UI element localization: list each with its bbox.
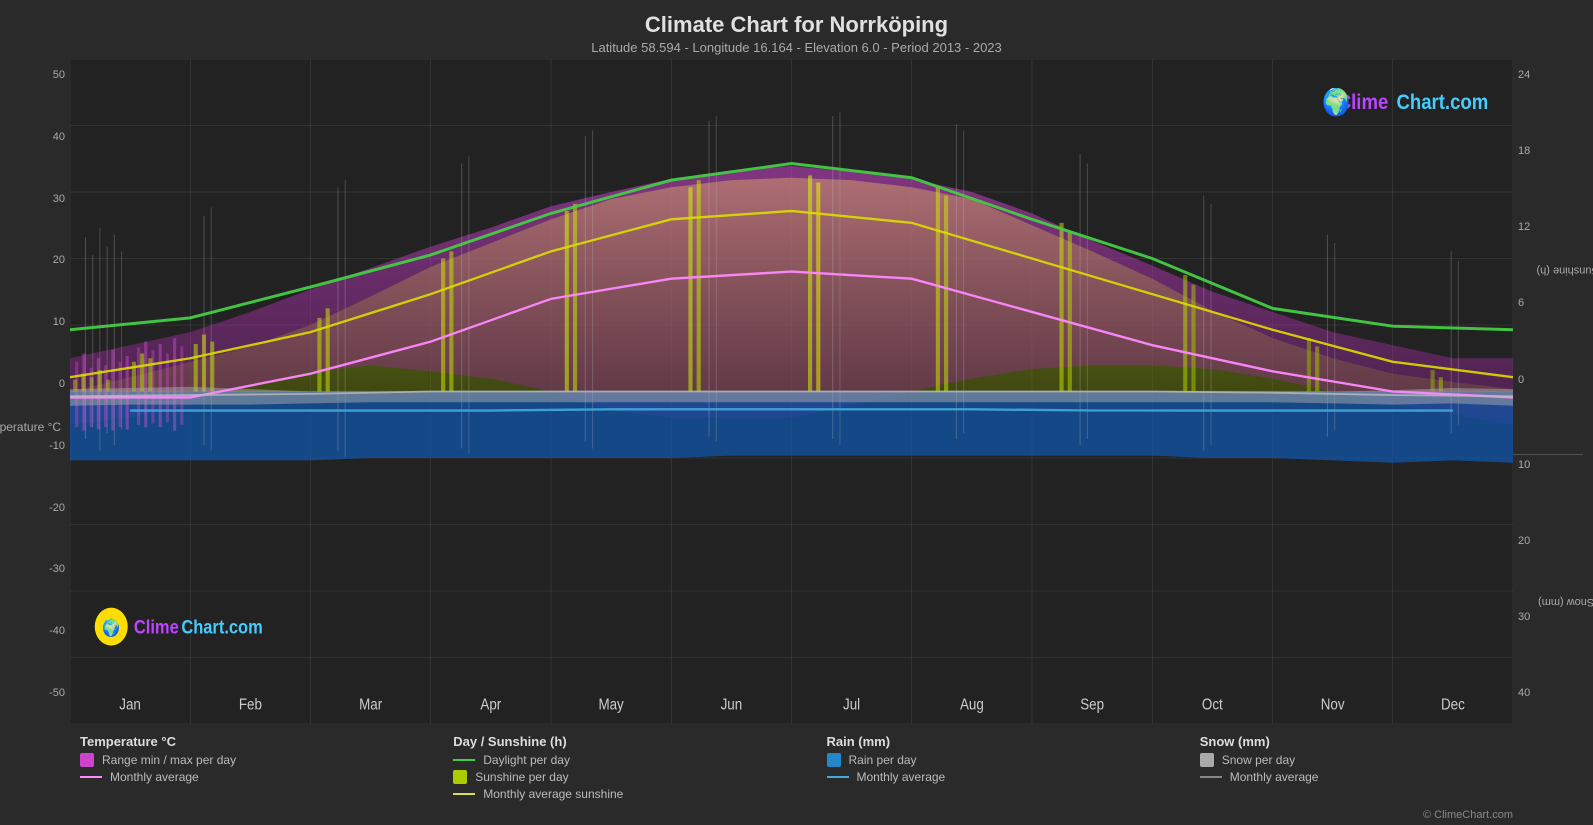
month-aug: Aug	[960, 697, 984, 714]
y-axis-left: Temperature °C 50 40 30 20 10 0 -10 -20 …	[10, 59, 70, 724]
legend-rain-box-label: Rain per day	[849, 753, 917, 767]
chart-area: Jan Feb Mar Apr May Jun Jul Aug Sep Oct …	[70, 59, 1513, 724]
y-tick-minus20: -20	[10, 502, 70, 514]
legend-sunshine-title: Day / Sunshine (h)	[453, 734, 806, 749]
y-tick-10: 10	[10, 316, 70, 328]
legend-rain-title: Rain (mm)	[827, 734, 1180, 749]
month-sep: Sep	[1080, 697, 1104, 714]
y-tick-minus50: -50	[10, 687, 70, 699]
y-axis-right: Day / Sunshine (h) 24 18 12 6 0 10 20 30…	[1513, 59, 1583, 724]
copyright: © ClimeChart.com	[0, 809, 1593, 825]
month-mar: Mar	[359, 697, 382, 714]
legend-sunshine: Day / Sunshine (h) Daylight per day Suns…	[453, 734, 806, 804]
legend-rain-avg-label: Monthly average	[857, 770, 946, 784]
legend-snow-box-color	[1200, 753, 1214, 767]
main-container: Climate Chart for Norrköping Latitude 58…	[0, 0, 1593, 825]
legend-daylight: Daylight per day	[453, 753, 806, 767]
y-tick-r-18: 18	[1513, 145, 1583, 157]
y-tick-40: 40	[10, 131, 70, 143]
legend-area: Temperature °C Range min / max per day M…	[0, 724, 1593, 809]
legend-temp-avg-label: Monthly average	[110, 770, 199, 784]
legend-snow-box: Snow per day	[1200, 753, 1553, 767]
logo-top-chart: Chart.com	[1397, 91, 1489, 114]
legend-sunshine-box-label: Sunshine per day	[475, 770, 568, 784]
y-tick-minus30: -30	[10, 563, 70, 575]
legend-temp-avg: Monthly average	[80, 770, 433, 784]
month-jun: Jun	[721, 697, 743, 714]
chart-wrapper: Temperature °C 50 40 30 20 10 0 -10 -20 …	[0, 59, 1593, 724]
legend-daylight-color	[453, 759, 475, 761]
legend-snow-avg-color	[1200, 776, 1222, 778]
logo-bottom-clime: Clime	[134, 617, 179, 638]
chart-subtitle: Latitude 58.594 - Longitude 16.164 - Ele…	[0, 40, 1593, 55]
month-oct: Oct	[1202, 697, 1223, 714]
legend-sunshine-box: Sunshine per day	[453, 770, 806, 784]
y-tick-r-0: 0	[1513, 374, 1583, 386]
legend-sunshine-avg: Monthly average sunshine	[453, 787, 806, 801]
legend-snow-box-label: Snow per day	[1222, 753, 1295, 767]
month-feb: Feb	[239, 697, 262, 714]
legend-snow-avg-label: Monthly average	[1230, 770, 1319, 784]
y-tick-20: 20	[10, 254, 70, 266]
legend-rain-box: Rain per day	[827, 753, 1180, 767]
y-tick-r-40: 40	[1513, 687, 1583, 699]
legend-temp-title: Temperature °C	[80, 734, 433, 749]
legend-snow-title: Snow (mm)	[1200, 734, 1553, 749]
legend-temp-avg-color	[80, 776, 102, 778]
y-axis-right-label-bottom: Rain / Snow (mm)	[1538, 596, 1593, 608]
rain-monthly-avg-line	[130, 409, 1453, 410]
legend-sunshine-avg-label: Monthly average sunshine	[483, 787, 623, 801]
y-axis-right-label-top: Day / Sunshine (h)	[1536, 265, 1593, 277]
month-jan: Jan	[119, 697, 141, 714]
legend-rain: Rain (mm) Rain per day Monthly average	[827, 734, 1180, 804]
y-tick-30: 30	[10, 193, 70, 205]
month-apr: Apr	[480, 697, 501, 714]
legend-rain-avg-color	[827, 776, 849, 778]
y-tick-r-24: 24	[1513, 69, 1583, 81]
legend-daylight-label: Daylight per day	[483, 753, 570, 767]
title-area: Climate Chart for Norrköping Latitude 58…	[0, 0, 1593, 59]
legend-temp-range-color	[80, 753, 94, 767]
svg-text:🌍: 🌍	[102, 618, 120, 638]
y-tick-50: 50	[10, 69, 70, 81]
legend-temp-range-label: Range min / max per day	[102, 753, 236, 767]
chart-svg: Jan Feb Mar Apr May Jun Jul Aug Sep Oct …	[70, 59, 1513, 724]
legend-snow: Snow (mm) Snow per day Monthly average	[1200, 734, 1553, 804]
legend-sunshine-box-color	[453, 770, 467, 784]
y-tick-minus10: -10	[10, 440, 70, 452]
y-tick-r-20: 20	[1513, 535, 1583, 547]
y-tick-r-30: 30	[1513, 611, 1583, 623]
month-dec: Dec	[1441, 697, 1465, 714]
legend-rain-box-color	[827, 753, 841, 767]
month-jul: Jul	[843, 697, 860, 714]
logo-bottom-chart: Chart.com	[181, 617, 262, 638]
y-tick-0: 0	[10, 378, 70, 390]
legend-rain-avg: Monthly average	[827, 770, 1180, 784]
y-tick-r-6: 6	[1513, 297, 1583, 309]
logo-top-icon: 🌍	[1322, 87, 1350, 118]
y-tick-minus40: -40	[10, 625, 70, 637]
legend-snow-avg: Monthly average	[1200, 770, 1553, 784]
month-nov: Nov	[1321, 697, 1346, 714]
legend-temp-range: Range min / max per day	[80, 753, 433, 767]
month-may: May	[598, 697, 624, 714]
y-tick-r-12: 12	[1513, 221, 1583, 233]
legend-temp: Temperature °C Range min / max per day M…	[80, 734, 433, 804]
chart-title: Climate Chart for Norrköping	[0, 12, 1593, 38]
y-tick-r-10: 10	[1513, 454, 1583, 471]
y-axis-left-label: Temperature °C	[0, 420, 61, 434]
legend-sunshine-avg-color	[453, 793, 475, 795]
